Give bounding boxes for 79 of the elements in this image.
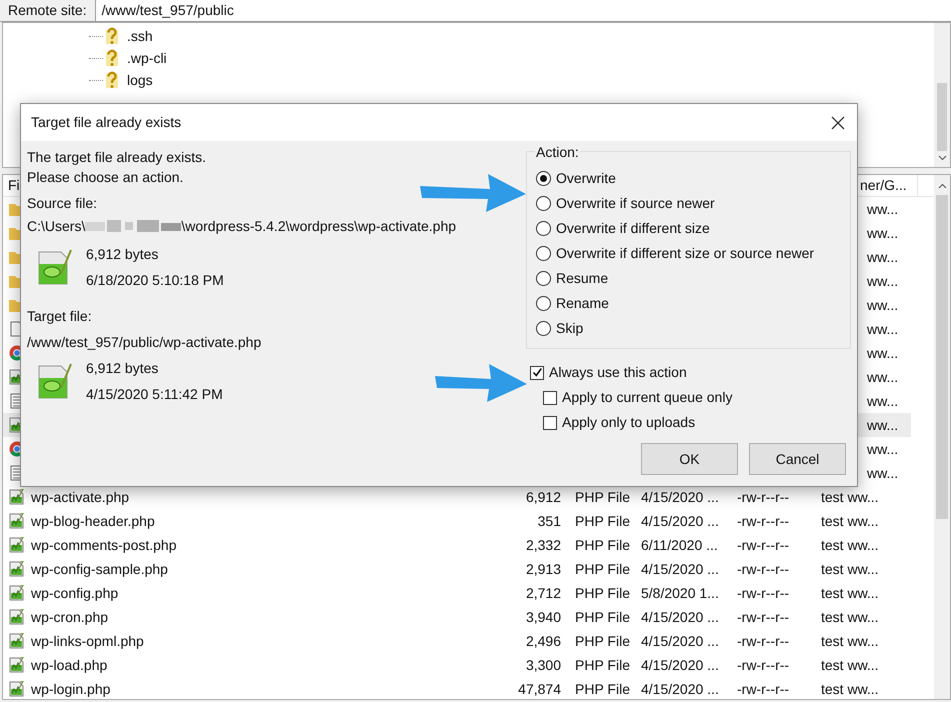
file-name: wp-comments-post.php xyxy=(31,536,177,552)
file-type: PHP File xyxy=(575,584,630,600)
path-text: /www/test_957/public/wp-activate.php xyxy=(27,333,262,352)
permissions: -rw-r--r-- xyxy=(737,608,790,624)
modified-date: 4/15/2020 ... xyxy=(641,488,719,504)
file-date: 4/15/2020 5:11:42 PM xyxy=(86,385,223,404)
owner: test ww... xyxy=(821,584,879,600)
owner: ww... xyxy=(867,248,898,264)
owner: ww... xyxy=(867,320,898,336)
file-size: 3,940 xyxy=(526,608,561,624)
file-size: 6,912 bytes xyxy=(86,359,160,378)
owner: ww... xyxy=(867,416,898,432)
modified-date: 4/15/2020 ... xyxy=(641,656,719,672)
file-type: PHP File xyxy=(575,536,630,552)
file-size: 6,912 bytes xyxy=(86,245,160,264)
owner: ww... xyxy=(867,200,898,216)
file-type: PHP File xyxy=(575,560,630,576)
remote-site-label: Remote site: xyxy=(0,0,96,21)
file-size: 2,496 xyxy=(526,632,561,648)
message-text: Please choose an action. xyxy=(27,168,184,187)
source-label: Source file: xyxy=(27,194,98,213)
file-size: 2,913 xyxy=(526,560,561,576)
permissions: -rw-r--r-- xyxy=(737,512,790,528)
modified-date: 4/15/2020 ... xyxy=(641,680,719,696)
modified-date: 6/11/2020 ... xyxy=(641,536,718,552)
file-type: PHP File xyxy=(575,656,630,672)
permissions: -rw-r--r-- xyxy=(737,536,790,552)
owner: ww... xyxy=(867,392,898,408)
file-name: wp-activate.php xyxy=(31,488,130,504)
owner: test ww... xyxy=(821,680,879,696)
modified-date: 5/8/2020 1... xyxy=(641,584,719,600)
file-size: 351 xyxy=(538,512,561,528)
owner: ww... xyxy=(867,272,898,288)
file-type: PHP File xyxy=(575,680,630,696)
owner: test ww... xyxy=(821,536,879,552)
permissions: -rw-r--r-- xyxy=(737,632,790,648)
file-name: wp-blog-header.php xyxy=(31,512,155,528)
owner: test ww... xyxy=(821,656,879,672)
permissions: -rw-r--r-- xyxy=(737,560,790,576)
file-name: wp-load.php xyxy=(31,656,108,672)
owner: test ww... xyxy=(821,632,879,648)
file-date: 6/18/2020 5:10:18 PM xyxy=(86,271,224,290)
file-size: 6,912 xyxy=(526,488,561,504)
modified-date: 4/15/2020 ... xyxy=(641,608,719,624)
file-name: wp-links-opml.php xyxy=(31,632,144,648)
permissions: -rw-r--r-- xyxy=(737,488,790,504)
path-text: C:\Users\ xyxy=(27,216,86,236)
dialog-title: Target file already exists xyxy=(31,113,182,132)
file-name: wp-cron.php xyxy=(31,608,108,624)
owner: ww... xyxy=(867,464,898,480)
modified-date: 4/15/2020 ... xyxy=(641,632,719,648)
owner: ww... xyxy=(867,440,898,456)
modified-date: 4/15/2020 ... xyxy=(641,560,719,576)
file-type: PHP File xyxy=(575,608,630,624)
file-size: 47,874 xyxy=(518,680,561,696)
file-name: wp-config.php xyxy=(31,584,118,600)
target-label: Target file: xyxy=(27,307,93,326)
file-size: 2,712 xyxy=(526,584,561,600)
owner: ww... xyxy=(867,296,898,312)
owner: test ww... xyxy=(821,512,879,528)
owner: ww... xyxy=(867,368,898,384)
file-name: wp-config-sample.php xyxy=(31,560,168,576)
owner: test ww... xyxy=(821,608,879,624)
file-type: PHP File xyxy=(575,512,630,528)
path-text: \wordpress-5.4.2\wordpress\wp-activate.php xyxy=(181,216,456,236)
permissions: -rw-r--r-- xyxy=(737,680,790,696)
file-size: 2,332 xyxy=(526,536,561,552)
owner: test ww... xyxy=(821,560,879,576)
owner: ww... xyxy=(867,224,898,240)
file-name: wp-login.php xyxy=(31,680,110,696)
owner: ww... xyxy=(867,344,898,360)
modified-date: 4/15/2020 ... xyxy=(641,512,719,528)
permissions: -rw-r--r-- xyxy=(737,656,790,672)
file-size: 3,300 xyxy=(526,656,561,672)
file-type: PHP File xyxy=(575,488,630,504)
permissions: -rw-r--r-- xyxy=(737,584,790,600)
message-text: The target file already exists. xyxy=(27,148,207,167)
owner: test ww... xyxy=(821,488,879,504)
file-type: PHP File xyxy=(575,632,630,648)
